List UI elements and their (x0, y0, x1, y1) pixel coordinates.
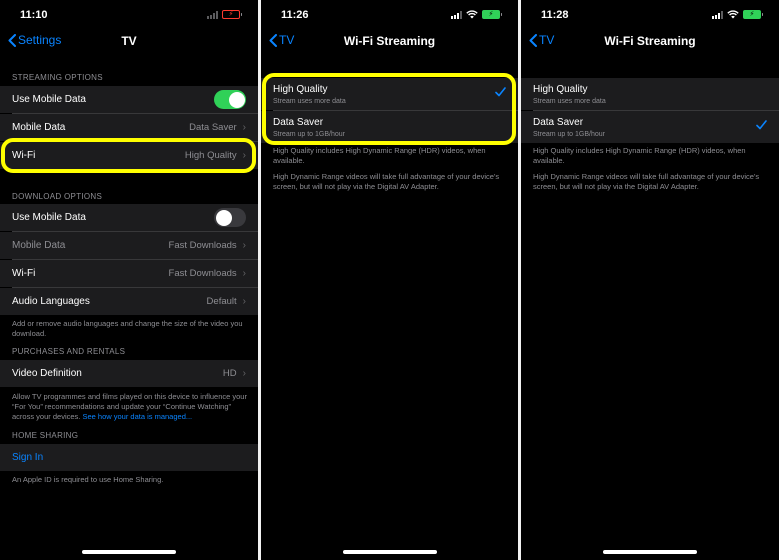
highlight-annotation (262, 73, 516, 145)
row-value: Default (206, 296, 237, 307)
row-label: Wi-Fi (12, 268, 36, 279)
wifi-streaming-screen-data-saver: 11:28 ⚡ TV Wi-Fi Streaming High Quality … (521, 0, 779, 560)
sign-in-row[interactable]: Sign In (0, 444, 258, 471)
section-header-download: DOWNLOAD OPTIONS (12, 192, 103, 201)
home-indicator (342, 550, 437, 554)
wifi-icon (466, 10, 478, 19)
hdr-note: High Quality includes High Dynamic Range… (273, 146, 486, 165)
section-header-streaming: STREAMING OPTIONS (12, 73, 103, 82)
wifi-streaming-screen: 11:26 ⚡ TV Wi-Fi Streaming High Quality … (261, 0, 518, 560)
row-label: Mobile Data (12, 240, 66, 251)
status-time: 11:10 (20, 9, 48, 21)
data-managed-link[interactable]: See how your data is managed... (82, 412, 192, 421)
hdr-adapter-note: High Dynamic Range videos will take full… (533, 172, 760, 191)
option-subtitle: Stream uses more data (533, 98, 606, 105)
section-header-purchases: PURCHASES AND RENTALS (12, 347, 126, 356)
status-bar: 11:28 ⚡ (521, 0, 779, 30)
row-label: Mobile Data (12, 122, 66, 133)
row-value: HD (222, 368, 237, 379)
status-bar: 11:10 ⚡ (0, 0, 258, 30)
page-title: Wi-Fi Streaming (343, 34, 436, 48)
row-label: Use Mobile Data (12, 212, 86, 223)
audio-languages-row[interactable]: Audio Languages Default › (0, 288, 258, 315)
chevron-right-icon: › (242, 296, 246, 307)
download-mobile-data-row: Mobile Data Fast Downloads › (0, 232, 258, 259)
chevron-right-icon: › (242, 240, 246, 251)
streaming-mobile-data-row[interactable]: Mobile Data Data Saver › (0, 114, 258, 141)
tv-settings-screen: 11:10 ⚡ Settings TV STREAMING OPTIONS Us… (0, 0, 258, 560)
status-bar: 11:26 ⚡ (261, 0, 518, 30)
chevron-right-icon: › (242, 122, 246, 133)
option-title: High Quality (533, 84, 588, 95)
page-title: Wi-Fi Streaming (604, 34, 696, 48)
download-wifi-row[interactable]: Wi-Fi Fast Downloads › (0, 260, 258, 287)
download-mobile-data-toggle[interactable] (214, 208, 246, 227)
download-footer: Add or remove audio languages and change… (12, 319, 243, 338)
streaming-use-mobile-data-row: Use Mobile Data (0, 86, 258, 113)
home-indicator (603, 550, 697, 554)
wifi-icon (727, 10, 739, 19)
home-indicator (82, 550, 176, 554)
nav-bar: TV Wi-Fi Streaming (521, 30, 779, 54)
sign-in-button[interactable]: Sign In (12, 452, 246, 463)
checkmark-icon (756, 120, 767, 130)
streaming-mobile-data-toggle[interactable] (214, 90, 246, 109)
row-label: Video Definition (12, 368, 82, 379)
battery-icon: ⚡ (482, 10, 502, 19)
row-label: Use Mobile Data (12, 94, 86, 105)
section-header-home-sharing: HOME SHARING (12, 431, 79, 440)
option-subtitle: Stream up to 1GB/hour (533, 131, 605, 138)
option-high-quality[interactable]: High Quality Stream uses more data (521, 78, 779, 110)
home-sharing-footer: An Apple ID is required to use Home Shar… (12, 475, 164, 484)
nav-bar: TV Wi-Fi Streaming (261, 30, 518, 54)
battery-icon: ⚡ (222, 10, 242, 19)
chevron-right-icon: › (242, 368, 246, 379)
highlight-annotation (1, 138, 256, 173)
option-data-saver[interactable]: Data Saver Stream up to 1GB/hour (521, 111, 779, 143)
chevron-right-icon: › (242, 268, 246, 279)
battery-icon: ⚡ (743, 10, 763, 19)
signal-icon (451, 10, 462, 19)
download-use-mobile-data-row: Use Mobile Data (0, 204, 258, 231)
signal-icon (207, 10, 218, 19)
hdr-note: High Quality includes High Dynamic Range… (533, 146, 746, 165)
status-time: 11:26 (281, 9, 309, 21)
hdr-adapter-note: High Dynamic Range videos will take full… (273, 172, 500, 191)
nav-bar: Settings TV (0, 30, 258, 54)
signal-icon (712, 10, 723, 19)
row-value: Data Saver (189, 122, 237, 133)
purchases-footer: Allow TV programmes and films played on … (12, 392, 247, 421)
video-definition-row[interactable]: Video Definition HD › (0, 360, 258, 387)
option-title: Data Saver (533, 117, 584, 128)
row-label: Audio Languages (12, 296, 90, 307)
row-value: Fast Downloads (168, 240, 237, 251)
page-title: TV (121, 34, 137, 48)
status-time: 11:28 (541, 9, 569, 21)
row-value: Fast Downloads (168, 268, 237, 279)
